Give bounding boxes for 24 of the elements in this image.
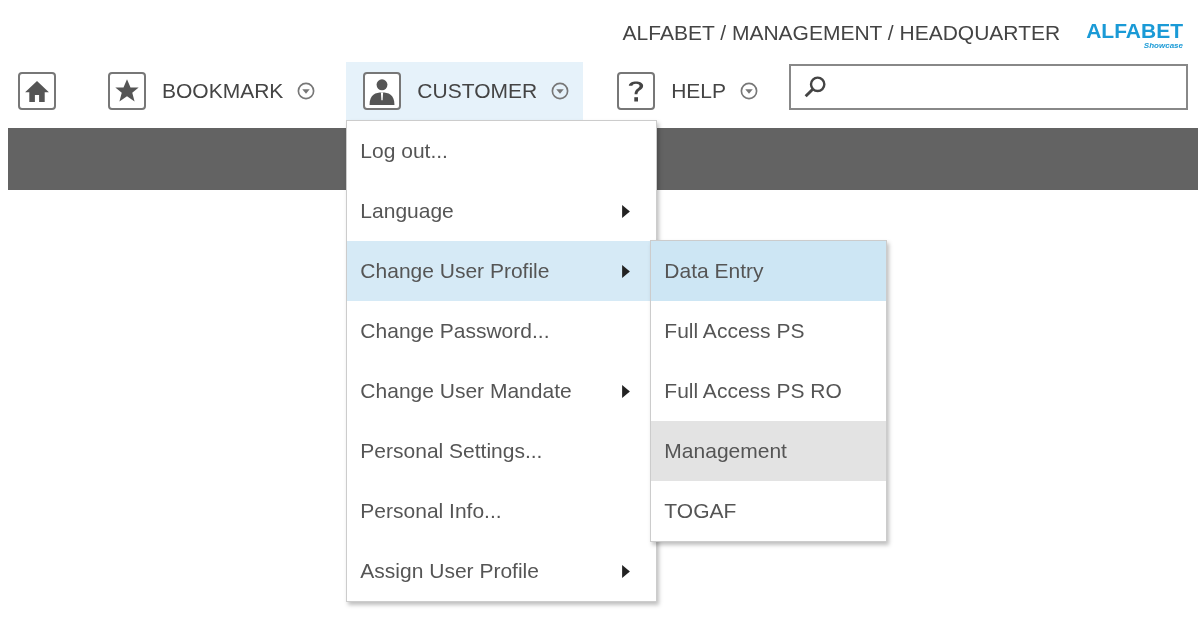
menu-item[interactable]: Assign User Profile bbox=[347, 541, 657, 601]
nav-tab[interactable]: HELP bbox=[600, 62, 772, 120]
submenu-arrow-icon bbox=[622, 204, 631, 218]
search-icon bbox=[803, 75, 827, 99]
submenu-arrow-icon bbox=[622, 564, 631, 578]
submenu-item[interactable]: Data Entry bbox=[651, 241, 887, 301]
submenu-item[interactable]: Management bbox=[651, 421, 887, 481]
home-icon bbox=[18, 72, 56, 110]
user-icon bbox=[363, 72, 402, 110]
breadcrumb: ALFABET / MANAGEMENT / HEADQUARTER bbox=[622, 20, 1061, 46]
dropdown-icon bbox=[740, 82, 758, 100]
submenu-item[interactable]: Full Access PS bbox=[651, 301, 887, 361]
nav-tab[interactable]: BOOKMARK bbox=[91, 62, 330, 120]
search-field[interactable] bbox=[789, 64, 1188, 110]
question-icon bbox=[617, 72, 656, 110]
submenu-arrow-icon bbox=[622, 384, 631, 398]
dropdown-icon bbox=[551, 82, 570, 100]
menu-item[interactable]: Language bbox=[347, 181, 657, 241]
menu-item[interactable]: Log out... bbox=[347, 121, 657, 181]
submenu-arrow-icon bbox=[622, 264, 631, 278]
alfabet-logo: ALFABET Showcase bbox=[1086, 20, 1183, 51]
dropdown-icon bbox=[297, 82, 316, 100]
submenu-item[interactable]: TOGAF bbox=[651, 481, 887, 541]
nav-tab[interactable]: CUSTOMER bbox=[346, 62, 584, 120]
